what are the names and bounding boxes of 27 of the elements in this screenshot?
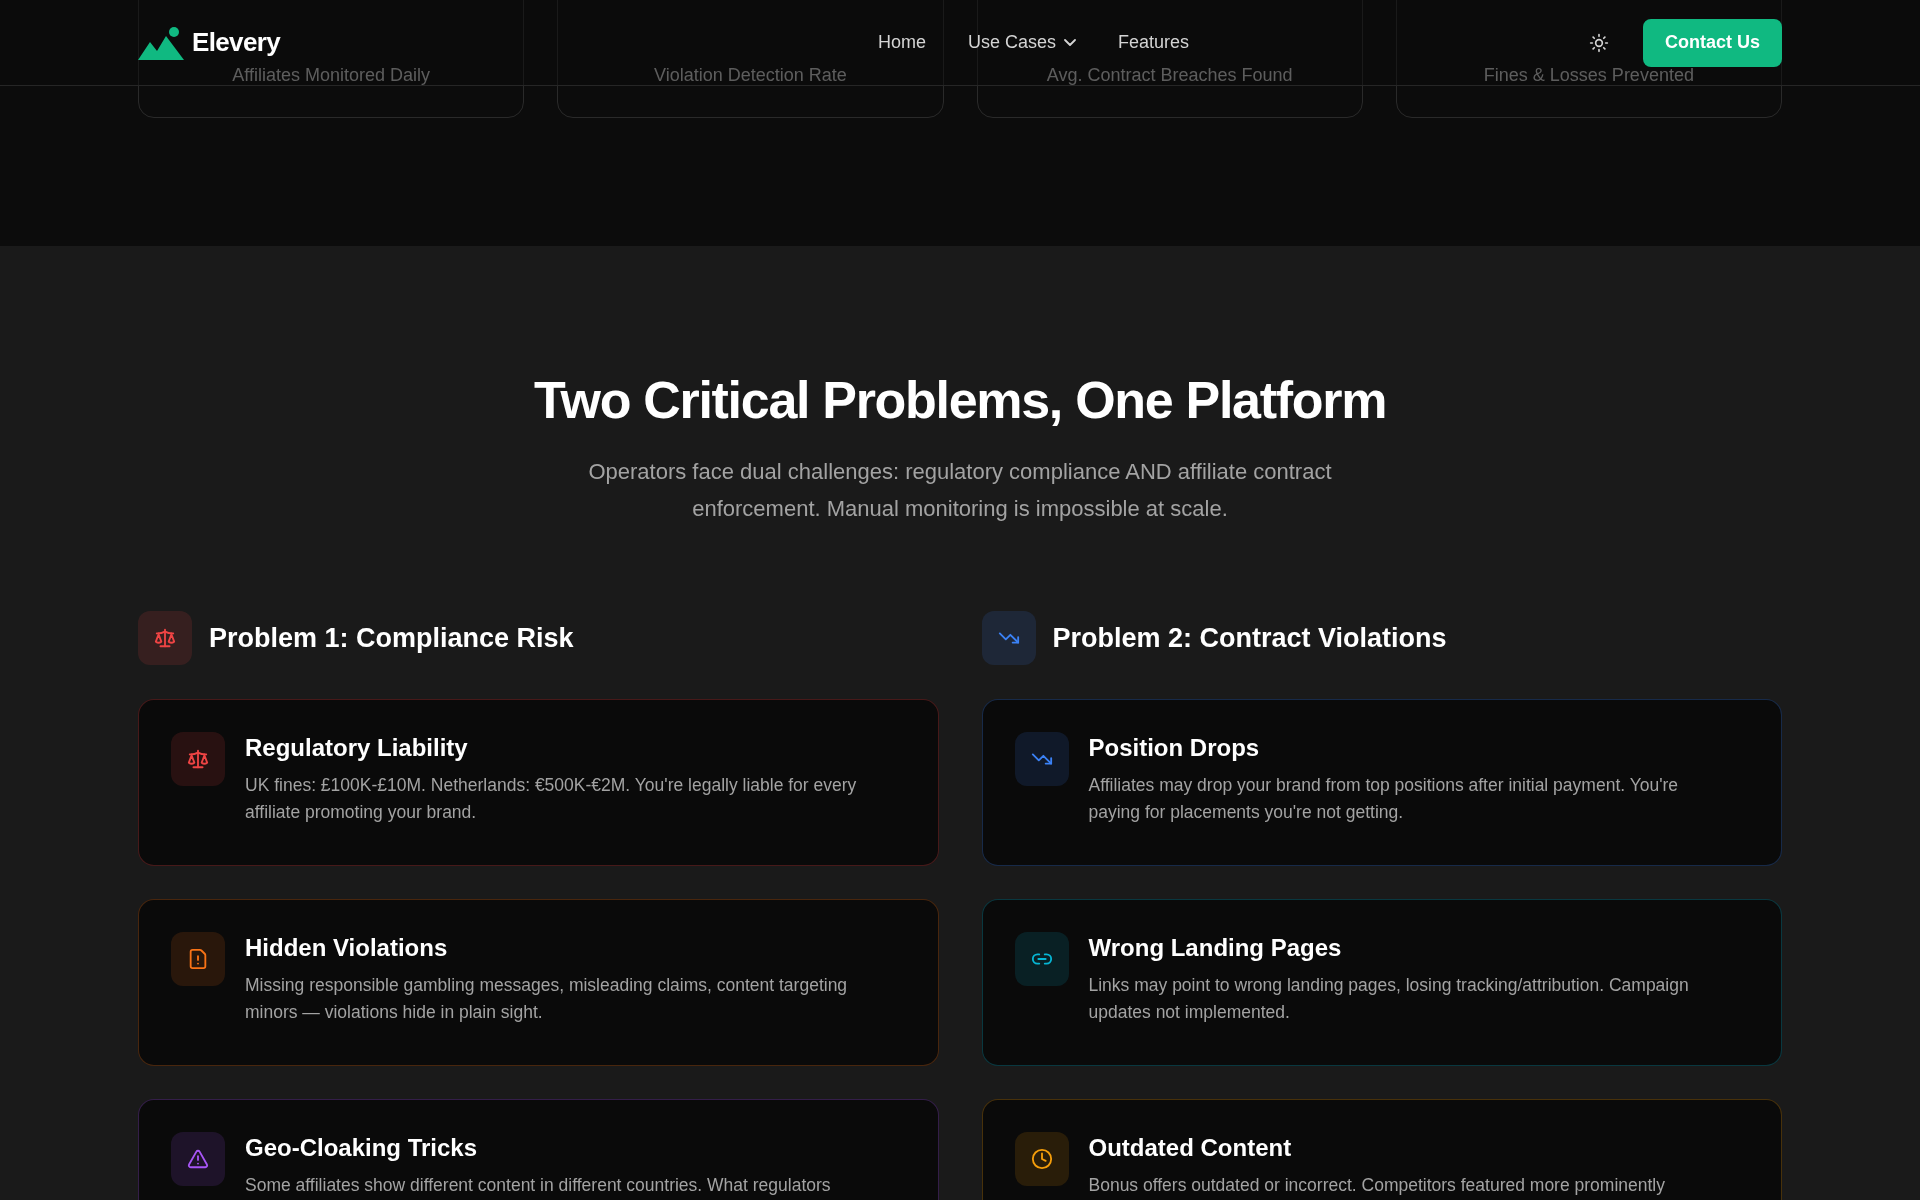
stat-label: Fines & Losses Prevented (1483, 64, 1694, 87)
card-description: Some affiliates show different content in different countries. What regulators (245, 1174, 831, 1197)
problem-heading: Problem 1: Compliance Risk (209, 621, 574, 655)
stat-label: Affiliates Monitored Daily (232, 64, 430, 87)
card-description: Bonus offers outdated or incorrect. Competitors featured more prominently (1088, 1174, 1665, 1197)
mountain-logo-icon (138, 25, 184, 60)
card-title: Regulatory Liability (245, 733, 469, 763)
card-title: Position Drops (1088, 733, 1261, 763)
chevron-down-icon (1064, 39, 1076, 46)
stat-label: Violation Detection Rate (653, 64, 847, 87)
card-description: Affiliates may drop your brand from top positions after initial payment. You're paying for placements you're not getting. (1088, 774, 1680, 824)
card-description: Links may point to wrong landing pages, losing tracking/attribution. Campaign updates not implemented. (1088, 974, 1690, 1024)
theme-toggle-icon[interactable] (1589, 32, 1609, 53)
nav-link[interactable]: Home (877, 29, 926, 56)
stat-label: Avg. Contract Breaches Found (1046, 64, 1293, 87)
card-title: Wrong Landing Pages (1088, 933, 1343, 963)
card-title: Geo-Cloaking Tricks (245, 1133, 479, 1163)
card-title: Outdated Content (1088, 1133, 1293, 1163)
nav-link[interactable]: Features (1118, 29, 1190, 56)
nav-link[interactable]: Use Cases (967, 29, 1076, 56)
card-title: Hidden Violations (245, 933, 449, 963)
section-subtitle: Operators face dual challenges: regulatory compliance AND affiliate contract enforcement. Manual monitoring is impossible at scale. (587, 458, 1333, 523)
section-title: Two Critical Problems, One Platform (532, 370, 1388, 431)
card-description: Missing responsible gambling messages, misleading claims, content targeting minors — violations hide in plain sight. (245, 974, 849, 1024)
card-description: UK fines: £100K-£10M. Netherlands: €500K-€2M. You're legally liable for every affiliate promoting your brand. (245, 774, 858, 824)
problem-heading: Problem 2: Contract Violations (1052, 621, 1447, 655)
brand-name: Elevery (192, 26, 280, 59)
